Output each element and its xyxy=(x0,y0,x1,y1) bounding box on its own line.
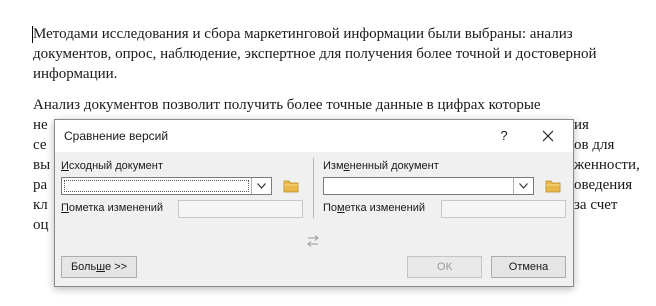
help-button[interactable]: ? xyxy=(491,124,517,148)
hidden-text-fragment: ов для xyxy=(574,137,615,153)
folder-icon[interactable] xyxy=(283,179,299,193)
original-markup-input[interactable] xyxy=(178,200,303,218)
revised-markup-label: Пометка изменений xyxy=(323,202,426,214)
cancel-button[interactable]: Отмена xyxy=(491,256,566,278)
ok-button[interactable]: ОК xyxy=(407,256,482,278)
chevron-down-icon xyxy=(257,183,266,189)
folder-icon[interactable] xyxy=(545,179,561,193)
question-mark-icon: ? xyxy=(500,128,508,143)
hidden-text-fragment: оведения xyxy=(574,177,633,193)
original-document-input[interactable] xyxy=(64,180,249,192)
dialog-titlebar: Сравнение версий ? xyxy=(55,120,573,152)
revised-document-label: Измененный документ xyxy=(323,160,439,172)
document-paragraph-2: Анализ документов позволит получить боле… xyxy=(33,95,643,115)
compare-versions-dialog: Сравнение версий ? Исходный документ Пом… xyxy=(54,119,574,287)
original-markup-label: Пометка изменений xyxy=(61,202,164,214)
more-button[interactable]: Больше >> xyxy=(61,256,137,278)
original-document-label: Исходный документ xyxy=(61,160,163,172)
paragraph-2-line-1: Анализ документов позволит получить боле… xyxy=(33,97,541,113)
original-document-combo[interactable] xyxy=(61,177,272,195)
revised-document-combo[interactable] xyxy=(323,177,534,195)
dialog-title: Сравнение версий xyxy=(64,129,169,143)
swap-arrows-icon[interactable] xyxy=(306,234,320,248)
document-paragraph-1: Методами исследования и сбора маркетинго… xyxy=(33,26,597,82)
revised-document-dropdown[interactable] xyxy=(513,178,533,194)
revised-document-input[interactable] xyxy=(326,180,511,192)
close-icon xyxy=(542,130,554,142)
revised-markup-input[interactable] xyxy=(441,200,566,218)
chevron-down-icon xyxy=(519,183,528,189)
original-document-dropdown[interactable] xyxy=(251,178,271,194)
hidden-text-fragment: женности, xyxy=(574,157,640,173)
section-divider xyxy=(313,158,314,218)
close-button[interactable] xyxy=(535,124,561,148)
hidden-text-fragment: за счет xyxy=(574,197,618,213)
hidden-text-fragment: ия xyxy=(574,117,589,133)
